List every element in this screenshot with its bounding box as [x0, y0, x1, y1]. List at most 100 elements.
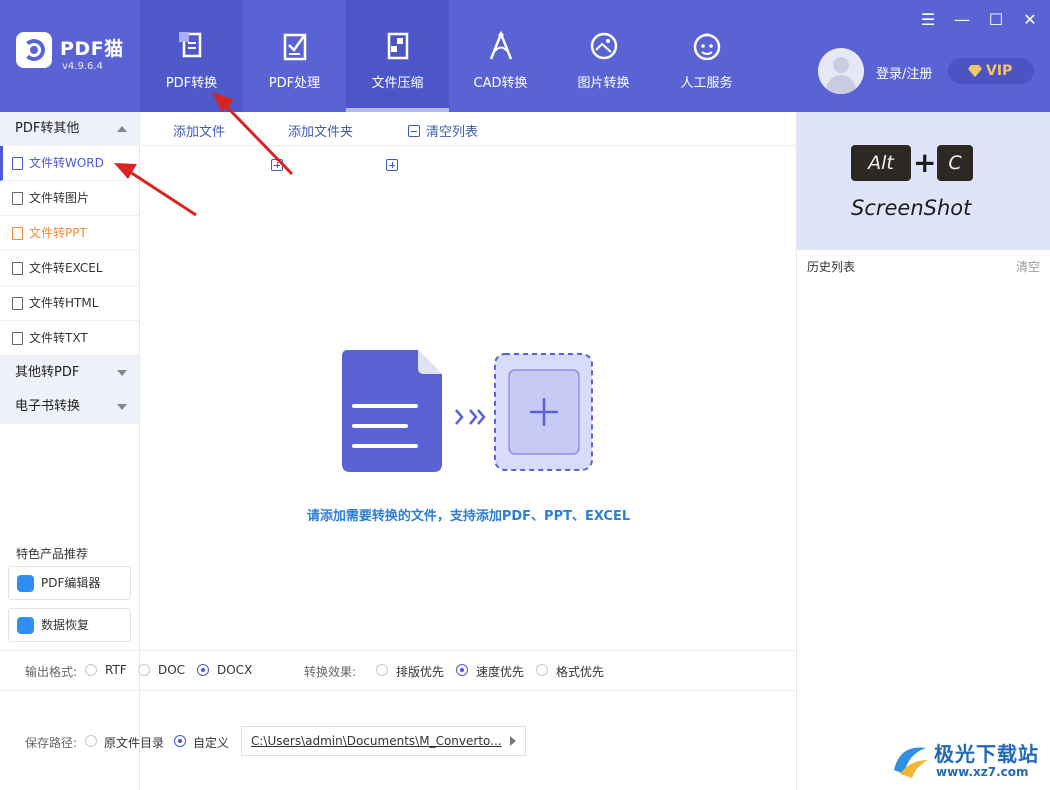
- radio-format-first[interactable]: [536, 664, 548, 676]
- output-options: 输出格式: RTF DOC DOCX 转换效果: 排版优先 速度优先 格式优先: [0, 650, 796, 690]
- maximize-icon[interactable]: ☐: [986, 10, 1006, 30]
- add-file-button[interactable]: 添加文件: [155, 121, 283, 171]
- alt-key: Alt: [851, 145, 911, 181]
- add-file-dropzone[interactable]: [342, 350, 594, 474]
- radio-rtf[interactable]: [85, 664, 97, 676]
- app-version: v4.9.6.4: [62, 61, 103, 72]
- screenshot-banner[interactable]: Alt + C ScreenShot: [797, 112, 1050, 250]
- clear-history-link[interactable]: 清空: [1016, 258, 1040, 275]
- section-other-to-pdf[interactable]: 其他转PDF: [0, 356, 139, 390]
- sidebar-item-label: 文件转WORD: [29, 156, 104, 170]
- tab-pdf-process[interactable]: PDF处理: [243, 0, 346, 112]
- tab-pdf-convert[interactable]: PDF转换: [140, 0, 243, 112]
- cad-icon: [489, 30, 513, 60]
- section-ebook[interactable]: 电子书转换: [0, 390, 139, 424]
- radio-original-dir[interactable]: [85, 735, 97, 747]
- add-folder-label: 添加文件夹: [288, 125, 354, 140]
- chevron-down-icon: [117, 404, 127, 410]
- radio-docx[interactable]: [197, 664, 209, 676]
- vip-button[interactable]: VIP: [948, 58, 1034, 84]
- login-link[interactable]: 登录/注册: [876, 63, 932, 82]
- main-nav: PDF转换 PDF处理 文件压缩 CAD转换 图片转换 人工服务: [140, 0, 758, 112]
- sidebar-item-to-word[interactable]: 文件转WORD: [0, 146, 139, 181]
- sidebar-item-label: 文件转HTML: [29, 296, 99, 310]
- add-folder-icon: [386, 159, 398, 171]
- chevron-up-icon: [117, 126, 127, 132]
- vip-label: VIP: [986, 63, 1013, 79]
- tab-label: PDF转换: [165, 76, 218, 91]
- tab-label: PDF处理: [268, 76, 321, 91]
- history-title: 历史列表: [807, 260, 856, 274]
- compress-icon: [387, 32, 409, 60]
- effect-label: 转换效果:: [304, 665, 357, 679]
- radio-custom-dir[interactable]: [174, 735, 186, 747]
- file-toolbar: 添加文件 添加文件夹 清空列表: [141, 112, 796, 171]
- format-option: RTF: [105, 663, 127, 677]
- recommend-title: 特色产品推荐: [16, 547, 89, 561]
- close-icon[interactable]: ✕: [1020, 10, 1040, 30]
- recommend-label: 数据恢复: [41, 618, 90, 632]
- document-fold: [418, 350, 442, 374]
- tab-label: 文件压缩: [371, 76, 424, 91]
- html-file-icon: [12, 297, 23, 310]
- effect-option: 格式优先: [556, 665, 605, 679]
- watermark-name: 极光下载站: [934, 742, 1039, 766]
- chevron-right-icon: [455, 409, 464, 425]
- tab-image-convert[interactable]: 图片转换: [552, 0, 655, 112]
- watermark-logo-icon: [894, 747, 928, 778]
- diamond-icon: [968, 65, 982, 77]
- save-path-label: 保存路径:: [25, 736, 78, 750]
- add-file-label: 添加文件: [173, 125, 226, 140]
- banner-text: ScreenShot: [851, 196, 972, 220]
- image-file-icon: [12, 192, 23, 205]
- sidebar-item-to-excel[interactable]: 文件转EXCEL: [0, 251, 139, 286]
- section-label: 电子书转换: [15, 399, 81, 414]
- tab-compress[interactable]: 文件压缩: [346, 0, 449, 112]
- radio-speed-first[interactable]: [456, 664, 468, 676]
- clear-list-label: 清空列表: [426, 125, 479, 140]
- recommend-label: PDF编辑器: [41, 576, 101, 590]
- sidebar-item-label: 文件转PPT: [29, 226, 87, 240]
- effect-option: 速度优先: [476, 665, 525, 679]
- watermark-url: www.xz7.com: [936, 765, 1029, 779]
- ppt-file-icon: [12, 227, 23, 240]
- radio-doc[interactable]: [138, 664, 150, 676]
- tab-label: 图片转换: [577, 76, 630, 91]
- tab-label: 人工服务: [680, 76, 733, 91]
- sidebar-item-label: 文件转EXCEL: [29, 261, 103, 275]
- excel-file-icon: [12, 262, 23, 275]
- add-folder-button[interactable]: 添加文件夹: [270, 121, 398, 171]
- section-label: 其他转PDF: [15, 365, 80, 380]
- minimize-icon[interactable]: —: [952, 10, 972, 30]
- chevron-down-icon: [117, 370, 127, 376]
- pdf-convert-icon: [179, 32, 202, 58]
- section-pdf-to-other[interactable]: PDF转其他: [0, 112, 139, 146]
- save-path-field[interactable]: C:\Users\admin\Documents\M_Converto...: [241, 726, 526, 756]
- pdf-process-icon: [283, 33, 307, 61]
- sidebar-item-to-image[interactable]: 文件转图片: [0, 181, 139, 216]
- output-format-label: 输出格式:: [25, 665, 78, 679]
- drop-hint: 请添加需要转换的文件，支持添加PDF、PPT、EXCEL: [306, 509, 631, 524]
- sidebar-item-label: 文件转图片: [29, 191, 90, 205]
- clear-list-button[interactable]: 清空列表: [408, 121, 478, 140]
- radio-layout-first[interactable]: [376, 664, 388, 676]
- sidebar-item-to-html[interactable]: 文件转HTML: [0, 286, 139, 321]
- sidebar-item-to-ppt[interactable]: 文件转PPT: [0, 216, 139, 251]
- sidebar-item-to-txt[interactable]: 文件转TXT: [0, 321, 139, 356]
- play-arrow-icon[interactable]: [510, 736, 516, 746]
- trash-icon: [408, 125, 420, 137]
- sidebar-item-label: 文件转TXT: [29, 331, 88, 345]
- watermark: 极光下载站 www.xz7.com: [890, 736, 1050, 786]
- save-option: 原文件目录: [104, 736, 165, 750]
- title-bar: PDF猫 v4.9.6.4 PDF转换 PDF处理 文件压缩 CAD转换 图片转…: [0, 0, 1050, 112]
- tab-service[interactable]: 人工服务: [655, 0, 758, 112]
- c-key: C: [937, 145, 973, 181]
- menu-icon[interactable]: ☰: [918, 10, 938, 30]
- data-recovery-button[interactable]: 数据恢复: [8, 608, 131, 642]
- avatar[interactable]: [818, 48, 864, 94]
- image-convert-icon: [590, 32, 618, 60]
- tab-cad[interactable]: CAD转换: [449, 0, 552, 112]
- pdf-editor-button[interactable]: PDF编辑器: [8, 566, 131, 600]
- edit-icon: [17, 575, 34, 592]
- recovery-icon: [17, 617, 34, 634]
